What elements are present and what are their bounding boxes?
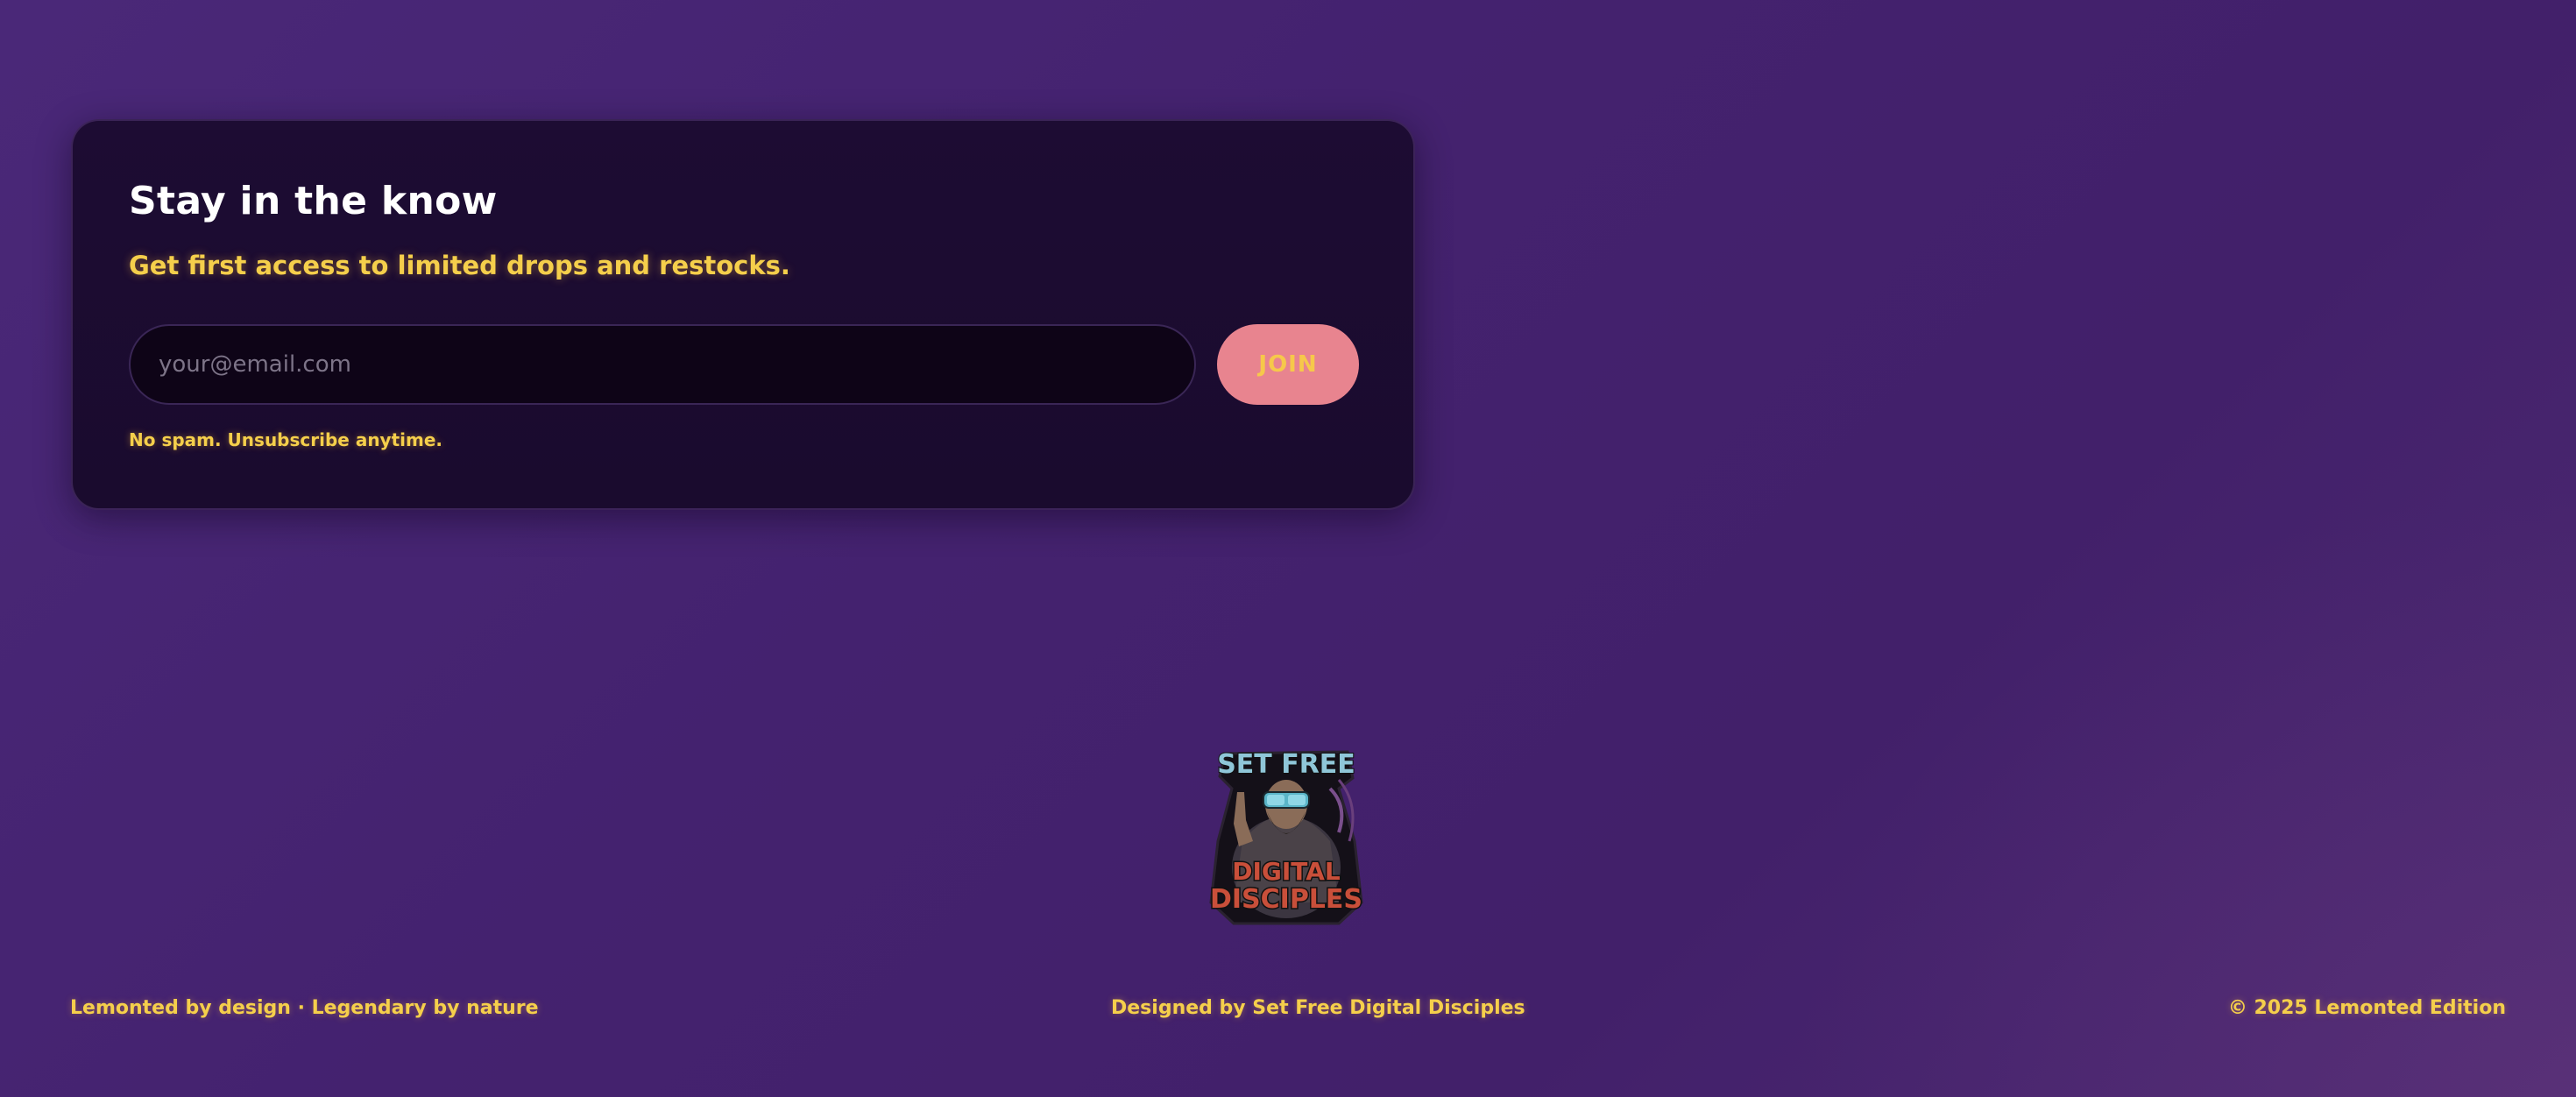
svg-text:DIGITAL: DIGITAL xyxy=(1232,857,1341,886)
svg-text:SET FREE: SET FREE xyxy=(1217,749,1355,780)
newsletter-note: No spam. Unsubscribe anytime. xyxy=(129,429,443,450)
email-input[interactable] xyxy=(129,324,1196,405)
svg-text:DISCIPLES: DISCIPLES xyxy=(1210,884,1362,915)
set-free-digital-disciples-logo-icon: SET FREE DIGITAL DISCIPLES xyxy=(1208,748,1364,925)
footer-tagline: Lemonted by design · Legendary by nature xyxy=(70,997,539,1019)
join-button[interactable]: JOIN xyxy=(1217,324,1359,405)
footer-designer-credit[interactable]: Designed by Set Free Digital Disciples xyxy=(1111,997,1525,1019)
newsletter-card: Stay in the know Get first access to lim… xyxy=(71,119,1415,510)
newsletter-title: Stay in the know xyxy=(129,179,498,223)
footer-copyright: © 2025 Lemonted Edition xyxy=(2227,997,2506,1019)
newsletter-subtitle: Get first access to limited drops and re… xyxy=(129,251,790,280)
